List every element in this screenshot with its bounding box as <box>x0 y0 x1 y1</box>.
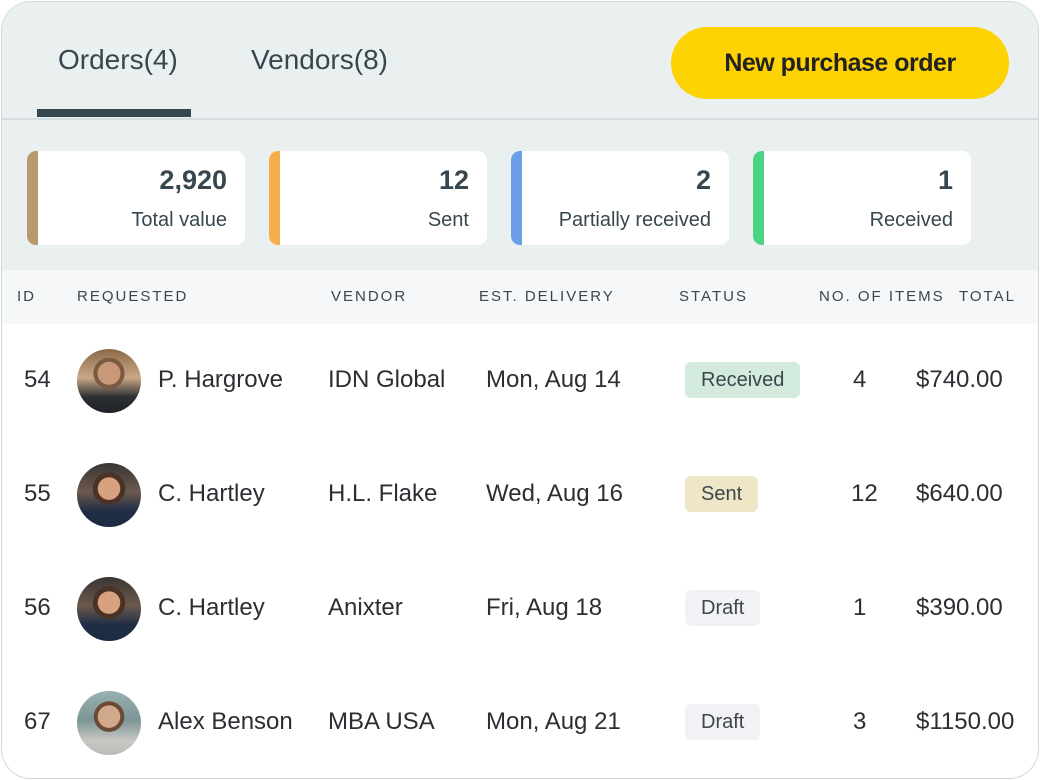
vendor-name: MBA USA <box>328 708 435 735</box>
column-header-requested[interactable]: REQUESTED <box>77 288 188 305</box>
column-header-est-delivery[interactable]: EST. DELIVERY <box>479 288 615 305</box>
column-header-items[interactable]: NO. OF ITEMS <box>819 288 945 305</box>
order-id: 54 <box>24 366 51 393</box>
avatar <box>77 577 141 641</box>
stat-color-bar <box>511 151 522 245</box>
status-badge: Draft <box>685 704 761 740</box>
purchase-orders-panel: Orders(4) Vendors(8) New purchase order … <box>1 1 1039 779</box>
status-badge: Received <box>685 362 801 398</box>
column-header-status[interactable]: STATUS <box>679 288 748 305</box>
requester-name: Alex Benson <box>158 708 293 735</box>
table-row[interactable]: 55 C. Hartley H.L. Flake Wed, Aug 16 Sent 12 $… <box>2 438 1038 554</box>
table-header: ID REQUESTED VENDOR EST. DELIVERY STATUS… <box>2 270 1038 324</box>
order-id: 67 <box>24 708 51 735</box>
stat-label: Received <box>869 209 953 231</box>
tab-orders[interactable]: Orders(4) <box>58 44 178 76</box>
vendor-name: H.L. Flake <box>328 480 438 507</box>
stat-label: Total value <box>131 209 227 231</box>
stat-color-bar <box>269 151 280 245</box>
avatar <box>77 349 141 413</box>
stat-card-partially-received: 2 Partially received <box>511 151 729 245</box>
stat-color-bar <box>27 151 38 245</box>
avatar <box>77 691 141 755</box>
table-row[interactable]: 67 Alex Benson MBA USA Mon, Aug 21 Draft 3 $11… <box>2 666 1038 778</box>
new-purchase-order-button[interactable]: New purchase order <box>671 27 1009 99</box>
stat-card-sent: 12 Sent <box>269 151 487 245</box>
order-id: 56 <box>24 594 51 621</box>
stat-color-bar <box>753 151 764 245</box>
order-total: $640.00 <box>916 480 1003 507</box>
table-row[interactable]: 56 C. Hartley Anixter Fri, Aug 18 Draft 1 $390… <box>2 552 1038 668</box>
item-count: 4 <box>853 366 867 393</box>
stat-value: 2 <box>695 165 711 195</box>
order-id: 55 <box>24 480 51 507</box>
stat-value: 1 <box>937 165 953 195</box>
column-header-vendor[interactable]: VENDOR <box>331 288 407 305</box>
requester-name: C. Hartley <box>158 480 265 507</box>
order-total: $390.00 <box>916 594 1003 621</box>
stat-card-received: 1 Received <box>753 151 971 245</box>
tab-bar: Orders(4) Vendors(8) New purchase order <box>2 2 1038 120</box>
table-row[interactable]: 54 P. Hargrove IDN Global Mon, Aug 14 Receiv… <box>2 324 1038 440</box>
stat-label: Sent <box>427 209 469 231</box>
stat-value: 2,920 <box>159 165 227 195</box>
stat-card-total-value: 2,920 Total value <box>27 151 245 245</box>
est-delivery-date: Wed, Aug 16 <box>486 480 623 507</box>
stat-label: Partially received <box>558 209 711 231</box>
header-area: Orders(4) Vendors(8) New purchase order … <box>2 2 1038 270</box>
status-badge: Draft <box>685 590 761 626</box>
status-badge: Sent <box>685 476 759 512</box>
requester-name: P. Hargrove <box>158 366 283 393</box>
avatar <box>77 463 141 527</box>
requester-name: C. Hartley <box>158 594 265 621</box>
est-delivery-date: Mon, Aug 14 <box>486 366 621 393</box>
vendor-name: IDN Global <box>328 366 446 393</box>
item-count: 1 <box>853 594 867 621</box>
est-delivery-date: Fri, Aug 18 <box>486 594 603 621</box>
item-count: 3 <box>853 708 867 735</box>
vendor-name: Anixter <box>328 594 403 621</box>
column-header-total[interactable]: TOTAL <box>959 288 1016 305</box>
est-delivery-date: Mon, Aug 21 <box>486 708 621 735</box>
order-total: $740.00 <box>916 366 1003 393</box>
order-total: $1150.00 <box>916 708 1015 735</box>
tab-vendors[interactable]: Vendors(8) <box>251 44 388 76</box>
column-header-id[interactable]: ID <box>17 288 36 305</box>
item-count: 12 <box>851 480 878 507</box>
stat-value: 12 <box>438 165 469 195</box>
active-tab-indicator <box>37 109 191 117</box>
